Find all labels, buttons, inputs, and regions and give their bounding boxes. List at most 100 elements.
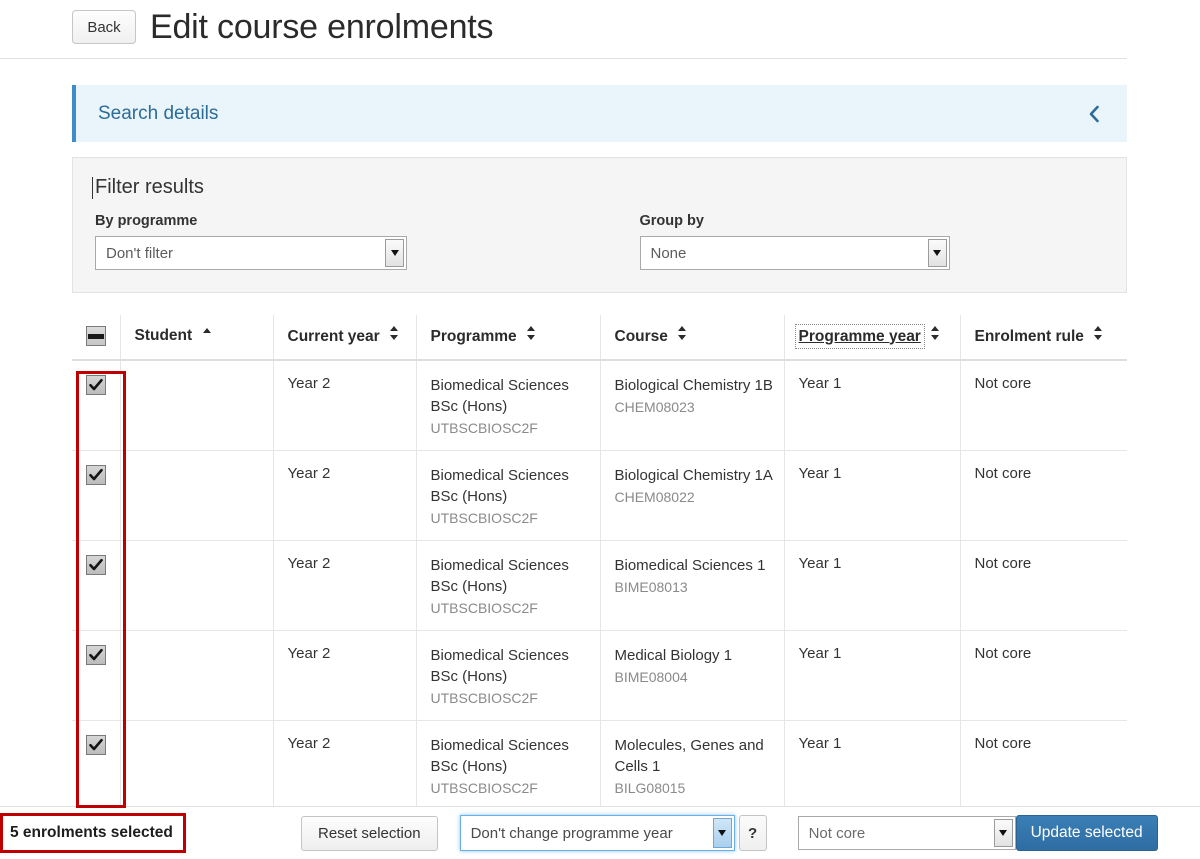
programme-year-cell: Year 1 [783, 630, 960, 721]
by-programme-select[interactable]: Don't filter [95, 236, 407, 270]
row-checkbox[interactable] [86, 465, 106, 485]
column-header-enrolment-rule[interactable]: Enrolment rule [959, 315, 1127, 361]
table-row: Year 2 Biomedical Sciences BSc (Hons) UT… [72, 630, 1127, 721]
by-programme-label: By programme [95, 213, 198, 229]
student-cell [119, 450, 273, 541]
programme-code: UTBSCBIOSC2F [430, 420, 538, 436]
selection-count-label: 5 enrolments selected [10, 824, 173, 841]
column-header-programme[interactable]: Programme [415, 315, 600, 361]
table-header-row: Student Current year Programme Course Pr… [72, 315, 1127, 361]
programme-name: Biomedical Sciences BSc (Hons) [430, 647, 569, 685]
course-cell: Biological Chemistry 1A CHEM08022 [599, 450, 784, 541]
programme-year-cell: Year 1 [783, 359, 960, 451]
column-header-programme-year[interactable]: Programme year [783, 315, 960, 361]
row-checkbox[interactable] [86, 645, 106, 665]
course-cell: Medical Biology 1 BIME08004 [599, 630, 784, 721]
column-header-programme-year-label[interactable]: Programme year [794, 323, 925, 349]
update-selected-button[interactable]: Update selected [1015, 815, 1158, 851]
enrolment-rule-cell: Not core [959, 540, 1127, 631]
filter-group-by-group: Group by None [600, 213, 1105, 270]
row-checkbox[interactable] [86, 555, 106, 575]
group-by-label: Group by [639, 213, 704, 229]
table-row: Year 2 Biomedical Sciences BSc (Hons) UT… [72, 720, 1127, 810]
row-checkbox[interactable] [86, 375, 106, 395]
course-code: BIME08013 [614, 579, 688, 595]
enrolments-table: Student Current year Programme Course Pr… [72, 315, 1127, 810]
programme-year-cell: Year 1 [783, 450, 960, 541]
course-name: Biological Chemistry 1A [614, 467, 773, 484]
enrolment-rule-cell: Not core [959, 359, 1127, 451]
column-header-course-label[interactable]: Course [615, 328, 668, 345]
programme-year-select[interactable]: Don't change programme year [459, 815, 735, 851]
chevron-down-icon[interactable] [385, 239, 404, 267]
student-name-redacted [135, 555, 263, 572]
programme-code: UTBSCBIOSC2F [430, 780, 538, 796]
chevron-down-icon[interactable] [993, 819, 1013, 847]
row-select-cell[interactable] [72, 359, 120, 451]
course-name: Medical Biology 1 [614, 647, 733, 664]
filter-results-card: Filter results By programme Don't filter… [72, 157, 1127, 293]
student-cell [119, 630, 273, 721]
course-cell: Biomedical Sciences 1 BIME08013 [599, 540, 784, 631]
programme-code: UTBSCBIOSC2F [430, 690, 538, 706]
current-year-cell: Year 2 [272, 630, 416, 721]
search-details-title: Search details [98, 102, 219, 124]
sort-both-icon[interactable] [389, 325, 399, 340]
column-header-course[interactable]: Course [599, 315, 784, 361]
course-name: Biological Chemistry 1B [614, 377, 773, 394]
reset-selection-button[interactable]: Reset selection [301, 815, 438, 851]
chevron-down-icon[interactable] [712, 818, 732, 848]
programme-code: UTBSCBIOSC2F [430, 600, 538, 616]
enrolments-table-wrapper: Student Current year Programme Course Pr… [72, 315, 1127, 810]
programme-code: UTBSCBIOSC2F [430, 510, 538, 526]
table-body: Year 2 Biomedical Sciences BSc (Hons) UT… [72, 359, 1127, 810]
programme-name: Biomedical Sciences BSc (Hons) [430, 557, 569, 595]
course-code: BIME08004 [614, 669, 688, 685]
course-code: BILG08015 [614, 780, 686, 796]
row-select-cell[interactable] [72, 720, 120, 810]
student-name-redacted [135, 645, 263, 662]
programme-year-value: Don't change programme year [470, 825, 673, 842]
sort-ascending-icon[interactable] [202, 327, 212, 339]
table-head: Student Current year Programme Course Pr… [72, 315, 1127, 361]
select-all-checkbox[interactable] [86, 326, 106, 346]
course-code: CHEM08022 [614, 489, 695, 505]
current-year-cell: Year 2 [272, 359, 416, 451]
current-year-cell: Year 2 [272, 450, 416, 541]
programme-cell: Biomedical Sciences BSc (Hons) UTBSCBIOS… [415, 720, 600, 810]
row-select-cell[interactable] [72, 540, 120, 631]
group-by-select[interactable]: None [639, 236, 950, 270]
sort-both-icon[interactable] [526, 325, 536, 340]
enrolment-rule-cell: Not core [959, 720, 1127, 810]
search-details-panel[interactable]: Search details [72, 85, 1127, 142]
programme-cell: Biomedical Sciences BSc (Hons) UTBSCBIOS… [415, 540, 600, 631]
column-header-select-all[interactable] [72, 315, 120, 361]
page-title: Edit course enrolments [150, 8, 494, 46]
column-header-enrolment-rule-label[interactable]: Enrolment rule [975, 328, 1084, 345]
enrolment-rule-select[interactable]: Not core [797, 816, 1016, 850]
column-header-programme-label[interactable]: Programme [431, 328, 517, 345]
column-header-student[interactable]: Student [119, 315, 273, 361]
course-cell: Molecules, Genes and Cells 1 BILG08015 [599, 720, 784, 810]
filter-results-heading: Filter results [92, 176, 204, 199]
column-header-current-year[interactable]: Current year [272, 315, 416, 361]
row-select-cell[interactable] [72, 630, 120, 721]
column-header-current-year-label[interactable]: Current year [288, 328, 380, 345]
row-checkbox[interactable] [86, 735, 106, 755]
current-year-cell: Year 2 [272, 720, 416, 810]
row-select-cell[interactable] [72, 450, 120, 541]
sort-both-icon[interactable] [930, 325, 940, 340]
back-button[interactable]: Back [72, 10, 136, 44]
programme-name: Biomedical Sciences BSc (Hons) [430, 377, 569, 415]
sort-both-icon[interactable] [1093, 325, 1103, 340]
sort-both-icon[interactable] [677, 325, 687, 340]
chevron-down-icon[interactable] [927, 239, 947, 267]
programme-cell: Biomedical Sciences BSc (Hons) UTBSCBIOS… [415, 450, 600, 541]
programme-cell: Biomedical Sciences BSc (Hons) UTBSCBIOS… [415, 630, 600, 721]
chevron-left-icon[interactable] [1083, 103, 1105, 125]
edit-course-enrolments-page: Back Edit course enrolments Search detai… [0, 0, 1200, 859]
programme-year-cell: Year 1 [783, 540, 960, 631]
student-cell [119, 720, 273, 810]
help-button[interactable]: ? [738, 815, 767, 851]
column-header-student-label[interactable]: Student [135, 327, 193, 344]
